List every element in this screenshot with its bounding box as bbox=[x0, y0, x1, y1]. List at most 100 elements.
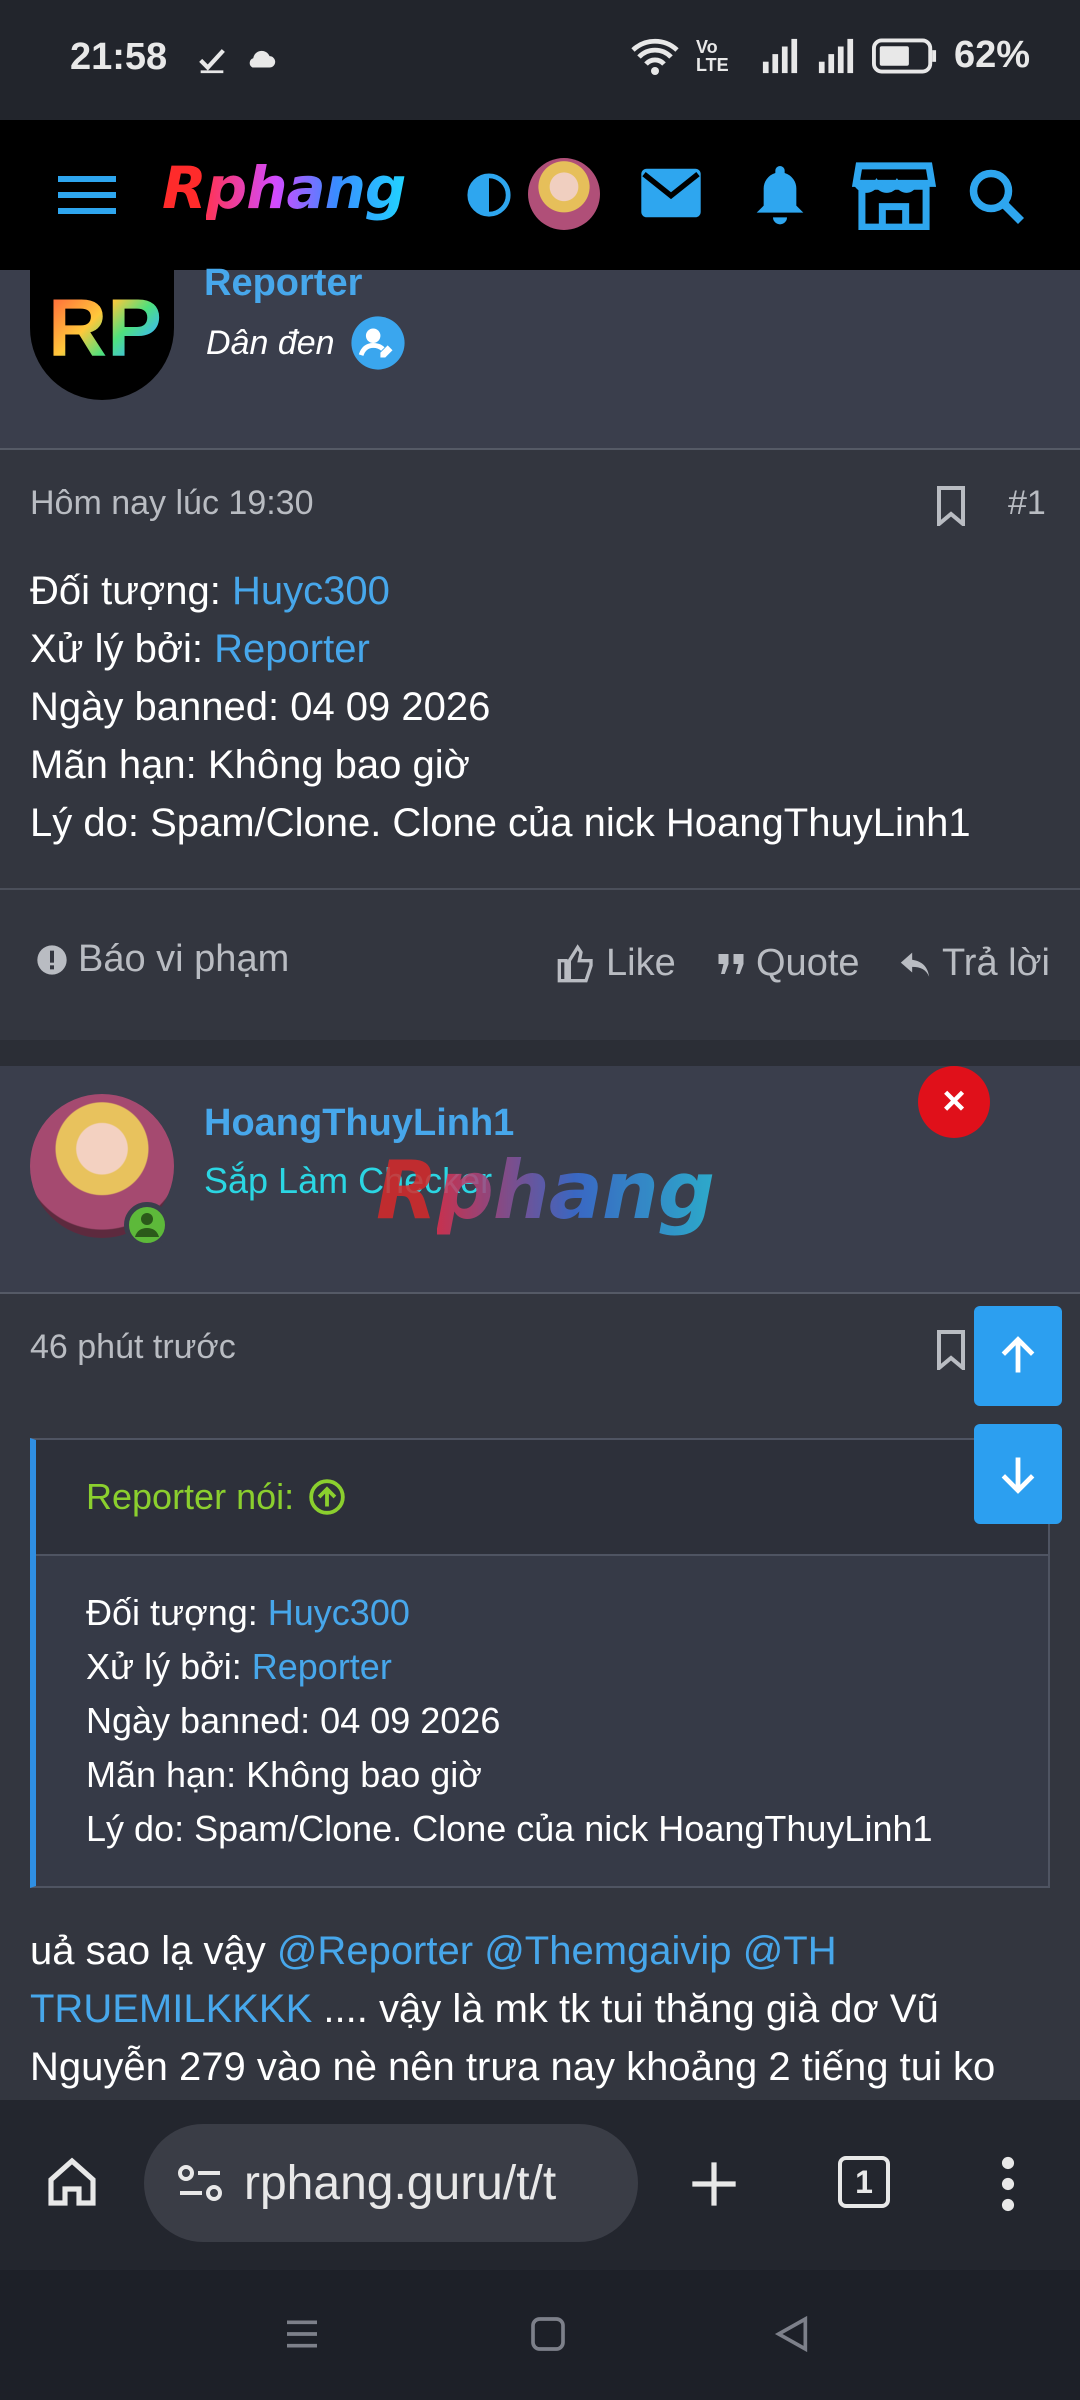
quote-line-target: Đối tượng: Huyc300 bbox=[86, 1586, 998, 1640]
post1-divider bbox=[0, 888, 1080, 890]
quote-handler-label: Xử lý bởi: bbox=[86, 1646, 252, 1687]
new-tab-icon[interactable] bbox=[688, 2158, 740, 2210]
status-time: 21:58 bbox=[70, 36, 168, 78]
mention-themgaivip[interactable]: @Themgaivip bbox=[484, 1929, 731, 1973]
quote-block: Reporter nói: Đối tượng: Huyc300 Xử lý b… bbox=[30, 1438, 1050, 1888]
verified-user-icon bbox=[350, 316, 405, 370]
user-avatar[interactable] bbox=[528, 158, 600, 230]
post1-author-title-row: Dân đen bbox=[206, 314, 407, 372]
store-icon[interactable] bbox=[852, 160, 936, 230]
home-icon[interactable] bbox=[44, 2154, 100, 2210]
arrow-up-circle-icon[interactable] bbox=[308, 1478, 346, 1516]
logo-letter: R bbox=[162, 154, 207, 222]
quote-header[interactable]: Reporter nói: bbox=[36, 1440, 1048, 1556]
battery-percent: 62% bbox=[953, 34, 1030, 76]
signal-icon-2 bbox=[818, 38, 854, 73]
close-button[interactable]: × bbox=[918, 1066, 990, 1138]
more-options-icon[interactable] bbox=[988, 2156, 1028, 2212]
volte-label: Vo LTE bbox=[695, 36, 729, 75]
post2-line-1: uả sao lạ vậy @Reporter @Themgaivip @TH bbox=[30, 1922, 1060, 1980]
scroll-up-button[interactable] bbox=[974, 1306, 1062, 1406]
logo-word: phang bbox=[205, 154, 407, 222]
status-notification-icons bbox=[195, 42, 279, 76]
handler-label: Xử lý bởi: bbox=[30, 627, 215, 671]
post1-line-expiry: Mãn hạn: Không bao giờ bbox=[30, 743, 470, 787]
system-nav-bar bbox=[0, 2270, 1080, 2400]
mention-reporter[interactable]: @Reporter bbox=[277, 1929, 473, 1973]
site-logo[interactable]: Rphang bbox=[162, 154, 407, 222]
watermark-letter: R bbox=[376, 1144, 438, 1237]
scroll-down-button[interactable] bbox=[974, 1424, 1062, 1524]
quote-icon bbox=[718, 953, 744, 974]
post2-author-name[interactable]: HoangThuyLinh1 bbox=[204, 1102, 514, 1145]
search-icon[interactable] bbox=[966, 166, 1026, 226]
post1-line-handler: Xử lý bởi: Reporter bbox=[30, 620, 1060, 678]
report-label: Báo vi phạm bbox=[78, 938, 290, 980]
post2-line-2: TRUEMILKKKK .... vậy là mk tk tui thăng … bbox=[30, 1980, 1060, 2038]
site-settings-icon[interactable] bbox=[176, 2161, 224, 2205]
post1-date[interactable]: Hôm nay lúc 19:30 bbox=[30, 484, 314, 523]
target-label: Đối tượng: bbox=[30, 569, 232, 613]
home-nav-icon[interactable] bbox=[528, 2314, 568, 2354]
close-icon: × bbox=[942, 1079, 966, 1123]
post2-date[interactable]: 46 phút trước bbox=[30, 1328, 236, 1367]
mention-th-part1[interactable]: @TH bbox=[743, 1929, 837, 1973]
url-text: rphang.guru/t/t bbox=[244, 2156, 557, 2210]
mention-th-part2[interactable]: TRUEMILKKKK bbox=[30, 1987, 312, 2031]
handler-user-link[interactable]: Reporter bbox=[214, 627, 370, 671]
bell-icon[interactable] bbox=[752, 160, 808, 228]
reply-icon bbox=[900, 952, 930, 977]
status-right: Vo LTE 62% bbox=[630, 34, 1030, 77]
like-button[interactable]: Like bbox=[556, 942, 676, 985]
mail-icon[interactable] bbox=[638, 166, 704, 220]
thumbs-up-icon bbox=[557, 943, 593, 982]
app-header: Rphang bbox=[0, 120, 1080, 270]
post1-number[interactable]: #1 bbox=[1008, 484, 1046, 523]
post-2: 46 phút trước Reporter nói: Đối tượng: H… bbox=[0, 1294, 1080, 2100]
bookmark-icon[interactable] bbox=[936, 1330, 966, 1370]
like-label: Like bbox=[606, 942, 676, 984]
post1-author-name[interactable]: Reporter bbox=[204, 262, 362, 305]
reply-button[interactable]: Trả lời bbox=[898, 942, 1050, 985]
arrow-up-icon bbox=[1001, 1336, 1035, 1373]
tab-switcher-button[interactable]: 1 bbox=[838, 2156, 890, 2208]
theme-toggle-icon[interactable] bbox=[466, 172, 512, 218]
quote-target-label: Đối tượng: bbox=[86, 1592, 268, 1633]
address-bar[interactable]: rphang.guru/t/t bbox=[144, 2124, 638, 2242]
arrow-down-icon bbox=[1001, 1457, 1035, 1494]
wifi-icon bbox=[631, 38, 679, 75]
tab-count: 1 bbox=[855, 2164, 873, 2200]
post2-line-3: Nguyễn 279 vào nè nên trưa nay khoảng 2 … bbox=[30, 2045, 996, 2089]
quote-button[interactable]: Quote bbox=[716, 942, 860, 985]
post1-author-header: RP Reporter Dân đen bbox=[0, 262, 1080, 450]
status-bar: 21:58 Vo LTE 62% bbox=[0, 0, 1080, 120]
menu-icon[interactable] bbox=[58, 172, 120, 218]
quote-label: Quote bbox=[756, 942, 860, 984]
quote-body: Đối tượng: Huyc300 Xử lý bởi: Reporter N… bbox=[36, 1556, 1048, 1886]
report-button[interactable]: Báo vi phạm bbox=[36, 938, 289, 981]
quote-target-link[interactable]: Huyc300 bbox=[268, 1592, 410, 1633]
watermark-logo: Rphang bbox=[376, 1144, 715, 1237]
browser-toolbar: rphang.guru/t/t 1 bbox=[0, 2100, 1080, 2270]
post2-text-mid: .... vậy là mk tk tui thăng già dơ Vũ bbox=[312, 1987, 939, 2031]
reporter-avatar[interactable]: RP bbox=[30, 270, 174, 400]
post-1: Hôm nay lúc 19:30 #1 Đối tượng: Huyc300 … bbox=[0, 450, 1080, 1040]
alert-icon bbox=[37, 944, 67, 975]
signal-icon-1 bbox=[762, 38, 798, 73]
battery-icon bbox=[871, 38, 936, 73]
quote-source: Reporter nói: bbox=[86, 1476, 295, 1517]
check-icon bbox=[199, 49, 225, 74]
quote-line-banned-date: Ngày banned: 04 09 2026 bbox=[86, 1700, 501, 1741]
quote-handler-link[interactable]: Reporter bbox=[252, 1646, 392, 1687]
post1-body: Đối tượng: Huyc300 Xử lý bởi: Reporter N… bbox=[30, 562, 1060, 852]
bookmark-icon[interactable] bbox=[936, 486, 966, 526]
back-icon[interactable] bbox=[772, 2314, 812, 2354]
recent-apps-icon[interactable] bbox=[282, 2314, 322, 2354]
post-separator bbox=[0, 1040, 1080, 1066]
post1-line-reason: Lý do: Spam/Clone. Clone của nick HoangT… bbox=[30, 801, 971, 845]
post2-body: uả sao lạ vậy @Reporter @Themgaivip @TH … bbox=[30, 1922, 1060, 2096]
quote-line-handler: Xử lý bởi: Reporter bbox=[86, 1640, 998, 1694]
quote-line-reason: Lý do: Spam/Clone. Clone của nick HoangT… bbox=[86, 1808, 933, 1849]
target-user-link[interactable]: Huyc300 bbox=[232, 569, 390, 613]
post2-text-start: uả sao lạ vậy bbox=[30, 1929, 277, 1973]
